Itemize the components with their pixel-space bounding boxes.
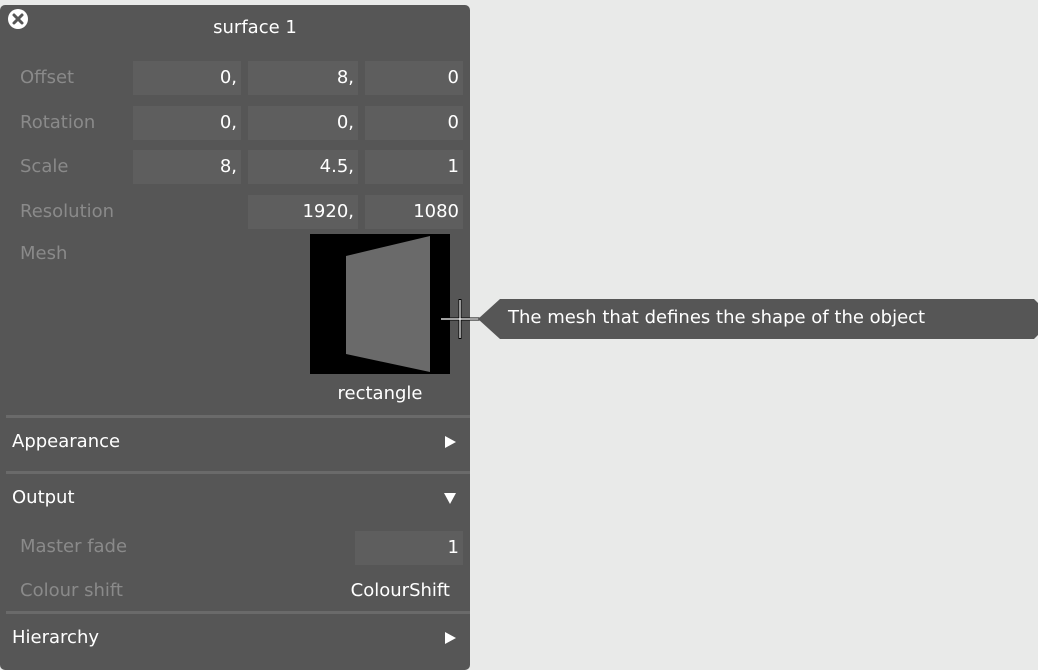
scale-y-field[interactable]: 4.5, (248, 150, 358, 184)
crosshair-icon (440, 299, 480, 339)
triangle-right-icon (445, 632, 456, 644)
offset-x-field[interactable]: 0, (133, 61, 241, 95)
section-appearance-label: Appearance (12, 431, 121, 452)
offset-y-field[interactable]: 8, (248, 61, 358, 95)
rotation-z-value: 0 (447, 112, 459, 133)
scale-y-value: 4.5, (319, 156, 354, 177)
resolution-width-field[interactable]: 1920, (248, 195, 358, 229)
master-fade-label: Master fade (20, 536, 128, 557)
section-hierarchy[interactable]: Hierarchy (0, 614, 470, 664)
resolution-height-value: 1080 (413, 201, 459, 222)
master-fade-value: 1 (447, 537, 459, 558)
offset-label: Offset (20, 67, 75, 88)
mesh-thumbnail[interactable] (310, 234, 450, 374)
offset-y-value: 8, (336, 67, 354, 88)
offset-z-value: 0 (447, 67, 459, 88)
triangle-right-icon (445, 436, 456, 448)
rotation-x-value: 0, (219, 112, 237, 133)
rotation-y-value: 0, (336, 112, 354, 133)
section-output-label: Output (12, 487, 75, 508)
tooltip: The mesh that defines the shape of the o… (478, 299, 1038, 339)
resolution-label: Resolution (20, 201, 115, 222)
mesh-preview-icon (346, 236, 430, 372)
offset-x-value: 0, (219, 67, 237, 88)
master-fade-field[interactable]: 1 (355, 531, 463, 565)
offset-z-field[interactable]: 0 (365, 61, 463, 95)
scale-z-value: 1 (447, 156, 459, 177)
scale-x-field[interactable]: 8, (133, 150, 241, 184)
section-appearance[interactable]: Appearance (0, 418, 470, 468)
section-output[interactable]: Output (0, 474, 470, 524)
rotation-z-field[interactable]: 0 (365, 106, 463, 140)
mesh-label: Mesh (20, 243, 68, 264)
scale-x-value: 8, (219, 156, 237, 177)
scale-label: Scale (20, 156, 69, 177)
colour-shift-value[interactable]: ColourShift (300, 580, 450, 601)
inspector-panel: surface 1 Offset 0, 8, 0 Rotation 0, 0, … (0, 5, 470, 670)
resolution-height-field[interactable]: 1080 (365, 195, 463, 229)
colour-shift-label: Colour shift (20, 580, 123, 601)
rotation-x-field[interactable]: 0, (133, 106, 241, 140)
panel-title: surface 1 (213, 17, 297, 38)
rotation-label: Rotation (20, 112, 96, 133)
triangle-down-icon (444, 493, 456, 504)
scale-z-field[interactable]: 1 (365, 150, 463, 184)
tooltip-text: The mesh that defines the shape of the o… (508, 307, 926, 328)
mesh-name: rectangle (337, 383, 423, 404)
section-hierarchy-label: Hierarchy (12, 627, 100, 648)
rotation-y-field[interactable]: 0, (248, 106, 358, 140)
resolution-width-value: 1920, (302, 201, 354, 222)
